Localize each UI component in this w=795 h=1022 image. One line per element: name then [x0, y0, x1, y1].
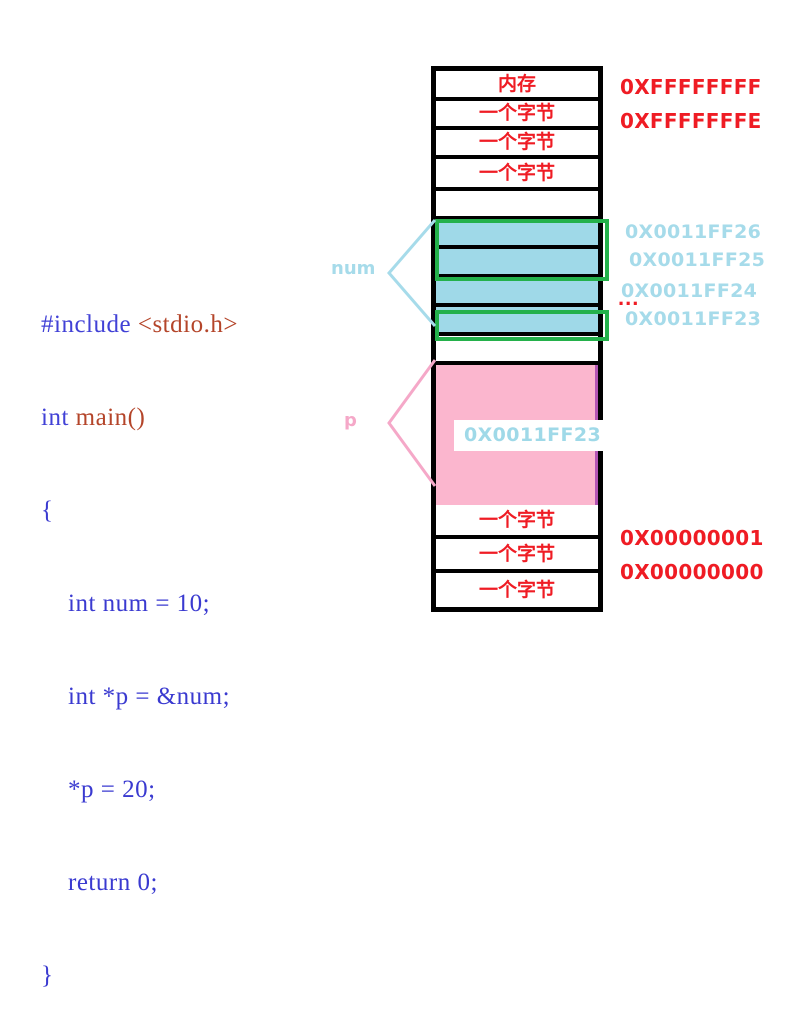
code-line-deref-assign: *p = 20;	[14, 743, 314, 803]
memory-row-num-byte-1	[436, 307, 598, 336]
memory-row-num-byte-2	[436, 278, 598, 307]
memory-row-gap-upper	[436, 191, 598, 220]
memory-row-gap-lower	[436, 336, 598, 365]
code-token-open-brace: {	[41, 497, 54, 524]
code-line-return: return 0;	[14, 836, 314, 896]
code-panel: #include <stdio.h> int main() { int num …	[14, 216, 314, 991]
code-token-declare-pointer: int *p = &num;	[41, 683, 231, 710]
code-line-declare-num: int num = 10;	[14, 557, 314, 617]
code-line-main: int main()	[14, 371, 314, 431]
bracket-p	[387, 359, 437, 487]
code-token-stdio-header: <stdio.h>	[137, 311, 238, 338]
code-line-declare-pointer: int *p = &num;	[14, 650, 314, 710]
memory-row-byte-bottom-2: 一个字节	[436, 539, 598, 573]
code-line-open-brace: {	[14, 464, 314, 524]
memory-row-num-byte-4	[436, 220, 598, 249]
code-token-main-fn: main()	[75, 404, 146, 431]
memory-row-num-byte-3	[436, 249, 598, 278]
memory-row-pointer-block: 0X0011FF23	[436, 365, 612, 505]
variable-label-p: p	[344, 410, 357, 431]
code-token-include: #include	[41, 311, 138, 338]
variable-label-num: num	[331, 258, 376, 279]
address-label-0011ff26: 0X0011FF26	[625, 221, 762, 243]
address-label-0011ff23: 0X0011FF23	[625, 308, 762, 330]
address-label-fffffffe: 0XFFFFFFFE	[620, 109, 762, 133]
bracket-num	[387, 219, 437, 327]
code-token-close-brace: }	[41, 962, 54, 989]
memory-row-byte-top-2: 一个字节	[436, 130, 598, 159]
memory-row-byte-bottom-3: 一个字节	[478, 578, 555, 601]
address-label-00000000: 0X00000000	[620, 560, 764, 584]
memory-row-byte-top-3: 一个字节	[436, 159, 598, 191]
code-token-declare-num: int num = 10;	[41, 590, 211, 617]
ellipsis-indicator: ...	[618, 285, 640, 310]
code-line-include: #include <stdio.h>	[14, 278, 314, 338]
address-label-0011ff25: 0X0011FF25	[629, 249, 766, 271]
address-label-00000001: 0X00000001	[620, 526, 764, 550]
code-token-int-keyword: int	[41, 404, 76, 431]
pointer-value-chip: 0X0011FF23	[454, 419, 612, 451]
code-line-close-brace: }	[14, 929, 314, 989]
code-token-return: return 0;	[41, 869, 158, 896]
address-label-ffffffff: 0XFFFFFFFF	[620, 75, 762, 99]
memory-row-byte-bottom-1: 一个字节	[436, 505, 598, 539]
memory-table: 内存 一个字节 一个字节 一个字节 0X0011FF23 一个字节 一个字节 一…	[431, 66, 612, 612]
memory-row-header: 内存	[436, 71, 598, 101]
memory-row-byte-top-1: 一个字节	[436, 101, 598, 130]
code-token-deref-assign: *p = 20;	[41, 776, 156, 803]
address-label-0011ff24: 0X0011FF24	[621, 280, 758, 302]
